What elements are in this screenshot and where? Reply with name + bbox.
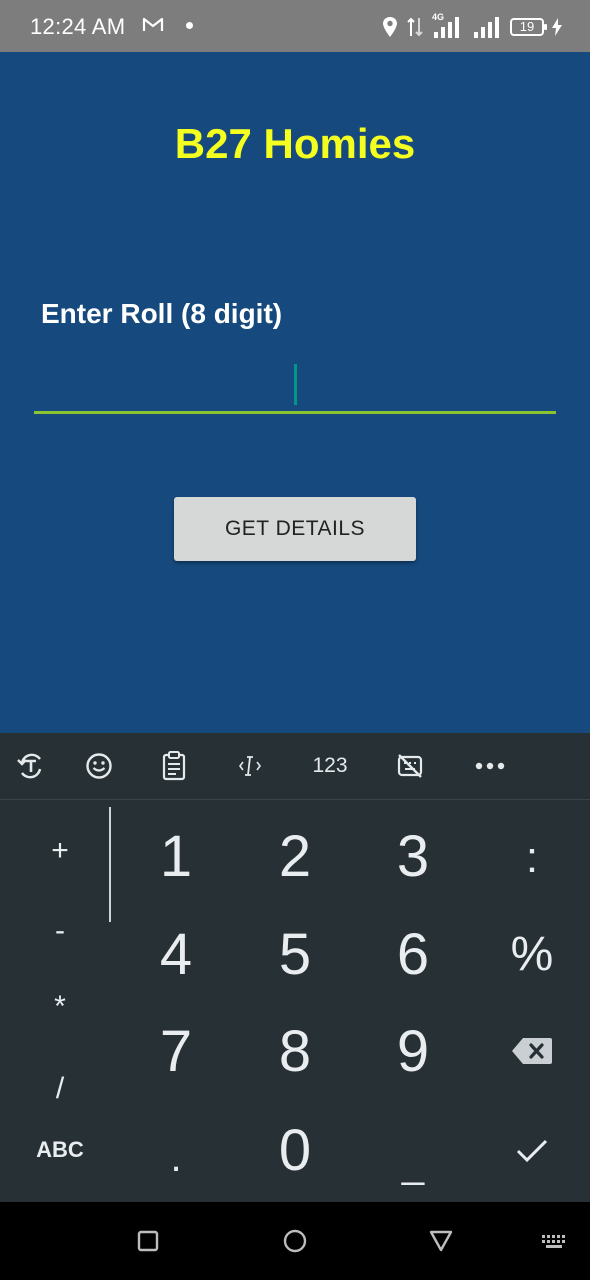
home-icon[interactable] — [283, 1229, 307, 1253]
key-minus[interactable]: - — [30, 909, 90, 953]
key-dot[interactable]: . — [146, 1133, 206, 1183]
app-title: B27 Homies — [174, 120, 416, 167]
key-0[interactable]: 0 — [255, 1115, 335, 1185]
network-4g-icon: 4G — [432, 12, 464, 40]
key-space[interactable]: _ — [383, 1139, 443, 1189]
keyboard-switch-icon[interactable] — [540, 1229, 568, 1253]
navigation-bar — [0, 1202, 590, 1280]
battery-level: 19 — [519, 19, 535, 34]
key-5[interactable]: 5 — [255, 919, 335, 989]
key-percent[interactable]: % — [500, 925, 564, 983]
key-colon[interactable]: : — [500, 829, 564, 887]
cursor-icon[interactable] — [236, 750, 264, 782]
numeric-keyboard: 123 + - * / ABC 1 2 3 4 5 6 7 8 9 0 . _ … — [0, 733, 590, 1202]
key-2[interactable]: 2 — [255, 821, 335, 891]
key-9[interactable]: 9 — [373, 1016, 453, 1086]
signal-bars-2-icon — [474, 17, 499, 38]
hide-keyboard-icon[interactable] — [394, 750, 426, 782]
status-time: 12:24 AM — [30, 14, 126, 39]
signal-bars-icon — [434, 17, 459, 38]
translate-icon[interactable] — [14, 750, 48, 782]
app-screen: B27 Homies Enter Roll (8 digit) GET DETA… — [0, 52, 590, 733]
key-3[interactable]: 3 — [373, 821, 453, 891]
key-4[interactable]: 4 — [136, 919, 216, 989]
gmail-icon — [142, 17, 164, 31]
notification-dot — [186, 22, 193, 29]
key-1[interactable]: 1 — [136, 821, 216, 891]
check-icon[interactable] — [504, 1129, 560, 1173]
recent-apps-icon[interactable] — [136, 1229, 160, 1253]
battery-icon: 19 — [510, 18, 547, 36]
charging-icon — [552, 18, 562, 36]
key-asterisk[interactable]: * — [30, 985, 90, 1029]
numbers-mode-button[interactable]: 123 — [310, 750, 350, 782]
abc-key[interactable]: ABC — [20, 1129, 100, 1171]
status-icons: 4G 19 — [382, 12, 562, 42]
data-arrows-icon — [407, 17, 423, 37]
key-6[interactable]: 6 — [373, 919, 453, 989]
backspace-icon[interactable] — [504, 1031, 560, 1071]
key-slash[interactable]: / — [30, 1067, 90, 1111]
keyboard-divider — [109, 807, 111, 922]
get-details-button[interactable]: GET DETAILS — [174, 497, 416, 561]
status-bar: 12:24 AM 4G 19 — [0, 0, 590, 52]
text-cursor — [294, 364, 297, 405]
back-icon[interactable] — [429, 1229, 453, 1253]
emoji-icon[interactable] — [84, 750, 114, 782]
roll-label: Enter Roll (8 digit) — [41, 298, 283, 329]
key-plus[interactable]: + — [30, 829, 90, 873]
location-icon — [383, 17, 397, 37]
keyboard-toolbar: 123 — [0, 733, 590, 800]
more-icon[interactable] — [472, 750, 508, 782]
key-8[interactable]: 8 — [255, 1016, 335, 1086]
clipboard-icon[interactable] — [160, 750, 188, 782]
key-7[interactable]: 7 — [136, 1016, 216, 1086]
